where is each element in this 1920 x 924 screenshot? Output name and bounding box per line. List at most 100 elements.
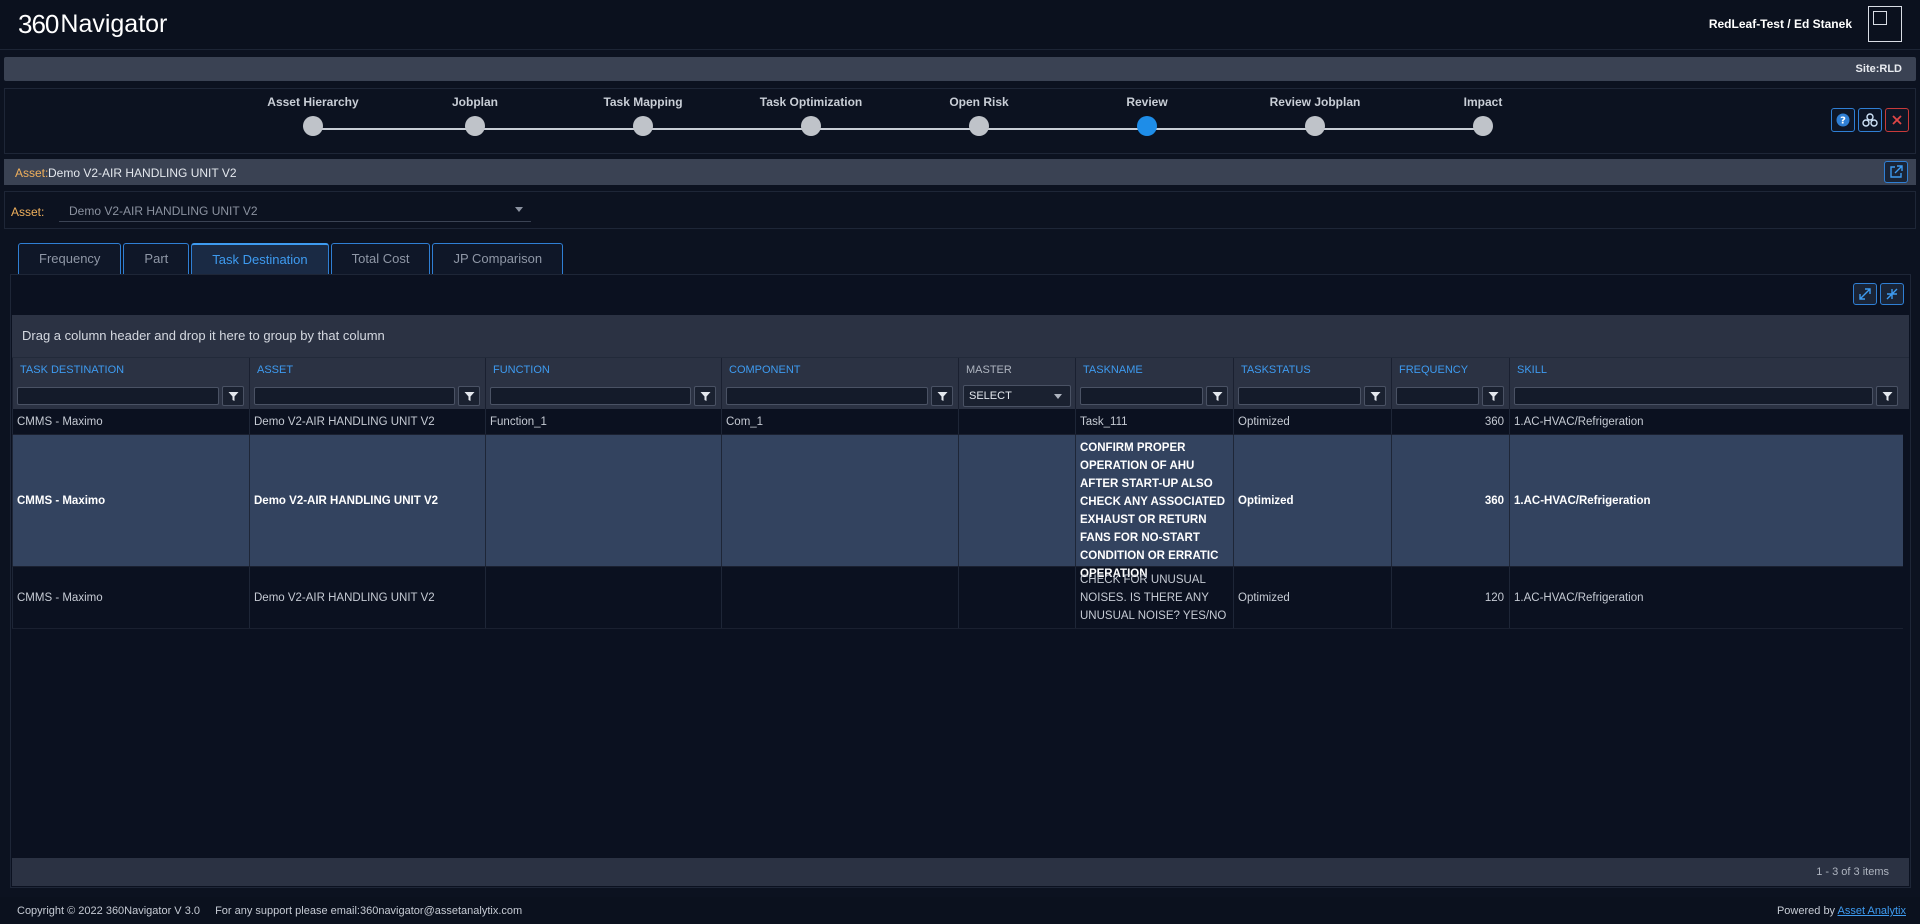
tab-jp-comparison[interactable]: JP Comparison — [432, 243, 564, 274]
cell-master — [958, 409, 1075, 434]
column-header-skill[interactable]: SKILL — [1509, 358, 1903, 382]
close-button[interactable] — [1885, 108, 1909, 132]
filter-button[interactable] — [931, 386, 953, 406]
filter-input[interactable] — [726, 387, 928, 405]
step-dot[interactable] — [1473, 116, 1493, 136]
filter-button[interactable] — [1482, 386, 1504, 406]
cell-taskname: CONFIRM PROPER OPERATION OF AHU AFTER ST… — [1075, 435, 1233, 580]
tab-total-cost[interactable]: Total Cost — [330, 243, 431, 274]
filter-button[interactable] — [222, 386, 244, 406]
expand-button[interactable] — [1853, 283, 1877, 305]
cell-master — [958, 567, 1075, 628]
tab-frequency[interactable]: Frequency — [18, 243, 122, 274]
step-dot[interactable] — [465, 116, 485, 136]
column-header-task-destination[interactable]: TASK DESTINATION — [12, 358, 249, 382]
cell-task-destination: CMMS - Maximo — [12, 409, 249, 434]
help-button[interactable]: ? — [1831, 108, 1855, 132]
asset-dropdown-value: Demo V2-AIR HANDLING UNIT V2 — [69, 204, 258, 218]
hierarchy-button[interactable] — [1858, 108, 1882, 132]
open-external-button[interactable] — [1884, 161, 1908, 183]
step-label: Asset Hierarchy — [267, 95, 359, 109]
master-filter-select[interactable]: SELECT — [963, 385, 1071, 407]
collapse-button[interactable] — [1880, 283, 1904, 305]
step-impact[interactable]: Impact — [1413, 95, 1553, 136]
asset-filter-row: Asset: Demo V2-AIR HANDLING UNIT V2 — [4, 191, 1916, 229]
tab-part[interactable]: Part — [123, 243, 190, 274]
step-dot[interactable] — [1137, 116, 1157, 136]
filter-input[interactable] — [254, 387, 455, 405]
step-task-mapping[interactable]: Task Mapping — [573, 95, 713, 136]
filter-input[interactable] — [1514, 387, 1873, 405]
filter-input[interactable] — [490, 387, 691, 405]
cell-skill: 1.AC-HVAC/Refrigeration — [1509, 567, 1903, 628]
tab-task-destination[interactable]: Task Destination — [191, 243, 329, 274]
table-row[interactable]: CMMS - Maximo Demo V2-AIR HANDLING UNIT V… — [12, 435, 1903, 580]
filter-input[interactable] — [17, 387, 219, 405]
filter-cell — [721, 381, 958, 409]
table-row[interactable]: CMMS - Maximo Demo V2-AIR HANDLING UNIT V… — [12, 409, 1903, 435]
filter-button[interactable] — [694, 386, 716, 406]
step-label: Open Risk — [949, 95, 1009, 109]
grid-header: TASK DESTINATION ASSET FUNCTION COMPONENT MA… — [12, 357, 1909, 382]
cell-skill: 1.AC-HVAC/Refrigeration — [1509, 409, 1903, 434]
step-label: Jobplan — [451, 95, 498, 109]
help-icon: ? — [1836, 113, 1850, 127]
step-dot[interactable] — [303, 116, 323, 136]
step-dot[interactable] — [801, 116, 821, 136]
copyright-text: Copyright © 2022 360Navigator V 3.0 — [17, 905, 200, 917]
filter-cell: SELECT — [958, 381, 1075, 409]
filter-input[interactable] — [1238, 387, 1361, 405]
cell-taskstatus: Optimized — [1233, 435, 1391, 566]
filter-cell — [249, 381, 485, 409]
filter-cell — [12, 381, 249, 409]
step-review[interactable]: Review — [1077, 95, 1217, 136]
step-review-jobplan[interactable]: Review Jobplan — [1245, 95, 1385, 136]
cell-component: Com_1 — [721, 409, 958, 434]
app-logo[interactable]: 360 Navigator — [18, 9, 167, 40]
step-label: Review — [1126, 95, 1168, 109]
column-header-asset[interactable]: ASSET — [249, 358, 485, 382]
step-dot[interactable] — [969, 116, 989, 136]
step-jobplan[interactable]: Jobplan — [405, 95, 545, 136]
step-dot[interactable] — [633, 116, 653, 136]
column-header-master[interactable]: MASTER — [958, 358, 1075, 382]
powered-by-link[interactable]: Asset Analytix — [1838, 905, 1906, 917]
cell-skill: 1.AC-HVAC/Refrigeration — [1509, 435, 1903, 566]
column-header-taskstatus[interactable]: TASKSTATUS — [1233, 358, 1391, 382]
filter-button[interactable] — [458, 386, 480, 406]
user-menu-icon[interactable] — [1868, 6, 1902, 42]
task-destination-grid: Drag a column header and drop it here to… — [10, 274, 1911, 888]
filter-button[interactable] — [1876, 386, 1898, 406]
step-asset-hierarchy[interactable]: Asset Hierarchy — [243, 95, 383, 136]
table-row[interactable]: CMMS - Maximo Demo V2-AIR HANDLING UNIT V… — [12, 567, 1903, 629]
cell-task-destination: CMMS - Maximo — [12, 435, 249, 566]
asset-breadcrumb-value: Demo V2-AIR HANDLING UNIT V2 — [48, 166, 237, 180]
cell-function — [485, 567, 721, 628]
close-icon — [1892, 115, 1902, 125]
filter-icon — [937, 391, 947, 401]
filter-icon — [1212, 391, 1222, 401]
step-open-risk[interactable]: Open Risk — [909, 95, 1049, 136]
filter-button[interactable] — [1364, 386, 1386, 406]
filter-input[interactable] — [1080, 387, 1203, 405]
filter-button[interactable] — [1206, 386, 1228, 406]
column-header-taskname[interactable]: TASKNAME — [1075, 358, 1233, 382]
step-task-optimization[interactable]: Task Optimization — [741, 95, 881, 136]
asset-dropdown[interactable]: Demo V2-AIR HANDLING UNIT V2 — [59, 198, 531, 222]
filter-input[interactable] — [1396, 387, 1479, 405]
column-header-function[interactable]: FUNCTION — [485, 358, 721, 382]
top-header: 360 Navigator RedLeaf-Test / Ed Stanek — [0, 0, 1920, 50]
asset-breadcrumb-label: Asset: — [15, 166, 49, 180]
cell-asset: Demo V2-AIR HANDLING UNIT V2 — [249, 567, 485, 628]
filter-cell — [1391, 381, 1509, 409]
cell-function: Function_1 — [485, 409, 721, 434]
step-dot[interactable] — [1305, 116, 1325, 136]
step-label: Review Jobplan — [1269, 95, 1361, 109]
column-header-frequency[interactable]: FREQUENCY — [1391, 358, 1509, 382]
powered-by-text: Powered by — [1776, 905, 1836, 917]
site-label: Site:RLD — [1855, 63, 1902, 75]
group-by-bar[interactable]: Drag a column header and drop it here to… — [12, 315, 1909, 357]
column-header-component[interactable]: COMPONENT — [721, 358, 958, 382]
filter-cell — [1509, 381, 1903, 409]
cell-component — [721, 435, 958, 566]
